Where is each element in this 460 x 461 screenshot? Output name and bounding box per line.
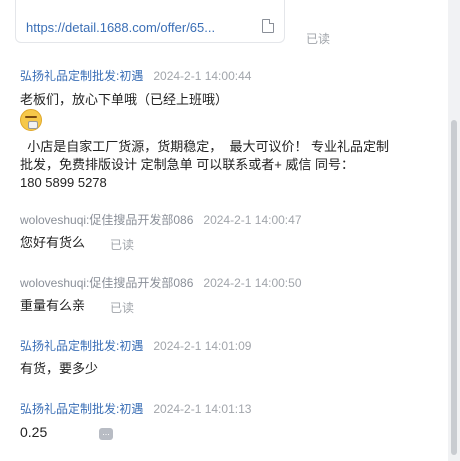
message-header: 弘扬礼品定制批发:初遇 2024-2-1 14:01:13 xyxy=(20,400,251,417)
sender-name[interactable]: 弘扬礼品定制批发:初遇 xyxy=(20,402,143,416)
chat-message-list: https://detail.1688.com/offer/65... 已读 弘… xyxy=(0,0,448,461)
scrollbar-track[interactable] xyxy=(448,0,460,461)
message-header: 弘扬礼品定制批发:初遇 2024-2-1 14:00:44 xyxy=(20,67,251,84)
message-text: 老板们，放心下单哦（已经上班哦） xyxy=(20,92,229,107)
message-time: 2024-2-1 14:00:44 xyxy=(153,69,252,83)
message-header: 弘扬礼品定制批发:初遇 2024-2-1 14:01:09 xyxy=(20,337,251,354)
scrollbar-thumb[interactable] xyxy=(451,120,457,455)
message-text: 您好有货么 xyxy=(20,235,86,250)
read-status: 已读 xyxy=(110,301,135,315)
document-icon[interactable] xyxy=(262,19,274,33)
message-text: 小店是自家工厂货源，货期稳定， 最大可议价！ 专业礼品定制 xyxy=(20,139,390,154)
more-options-icon[interactable]: ... xyxy=(99,428,113,440)
message-text: 0.25 xyxy=(20,424,48,440)
sender-name[interactable]: 弘扬礼品定制批发:初遇 xyxy=(20,69,143,83)
message-text: 重量有么亲 xyxy=(20,298,86,313)
message-header: woloveshuqi:促佳搜品开发部086 2024-2-1 14:00:47 xyxy=(20,211,302,228)
message-text: 180 5899 5278 xyxy=(20,175,107,190)
sender-name[interactable]: woloveshuqi:促佳搜品开发部086 xyxy=(20,213,193,227)
sender-name[interactable]: 弘扬礼品定制批发:初遇 xyxy=(20,339,143,353)
read-status: 已读 xyxy=(110,238,135,252)
message-time: 2024-2-1 14:01:13 xyxy=(153,402,252,416)
message-text: 批发，免费排版设计 定制急单 可以联系或者+ 威信 同号： xyxy=(20,157,355,172)
sender-name[interactable]: woloveshuqi:促佳搜品开发部086 xyxy=(20,276,193,290)
message-header: woloveshuqi:促佳搜品开发部086 2024-2-1 14:00:50 xyxy=(20,274,302,291)
link-card[interactable]: https://detail.1688.com/offer/65... xyxy=(15,0,285,43)
message-time: 2024-2-1 14:00:50 xyxy=(203,276,302,290)
message-time: 2024-2-1 14:01:09 xyxy=(153,339,252,353)
read-status: 已读 xyxy=(306,32,331,46)
message-time: 2024-2-1 14:00:47 xyxy=(203,213,302,227)
emoji-icon xyxy=(20,109,42,131)
card-link[interactable]: https://detail.1688.com/offer/65... xyxy=(26,20,215,35)
message-text: 有货，要多少 xyxy=(20,361,99,376)
